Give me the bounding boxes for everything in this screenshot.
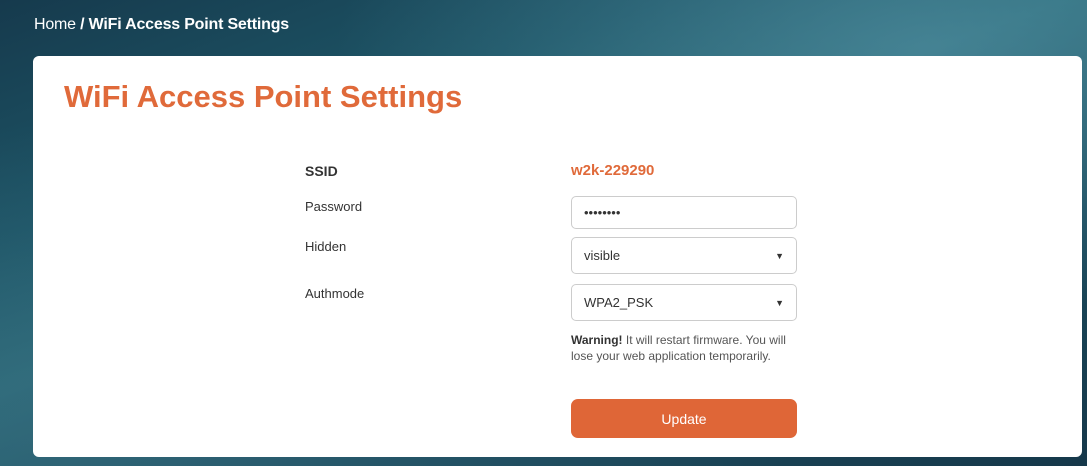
ssid-label: SSID xyxy=(305,163,338,179)
authmode-select-value: WPA2_PSK xyxy=(584,295,654,310)
hidden-select[interactable]: visible ▼ xyxy=(571,237,797,274)
breadcrumb-home-link[interactable]: Home xyxy=(34,16,76,33)
password-field[interactable] xyxy=(571,196,797,229)
ssid-value: w2k-229290 xyxy=(571,162,655,179)
breadcrumb: Home / WiFi Access Point Settings xyxy=(34,16,289,34)
hidden-select-value: visible xyxy=(584,248,621,263)
warning-message: Warning! It will restart firmware. You w… xyxy=(571,332,797,364)
hidden-label: Hidden xyxy=(305,239,347,254)
password-label: Password xyxy=(305,199,363,214)
chevron-down-icon: ▼ xyxy=(775,250,784,261)
breadcrumb-separator: / xyxy=(75,16,89,33)
update-button[interactable]: Update xyxy=(571,399,797,438)
authmode-label: Authmode xyxy=(305,286,365,301)
authmode-select[interactable]: WPA2_PSK ▼ xyxy=(571,284,797,321)
chevron-down-icon: ▼ xyxy=(775,297,784,308)
warning-title: Warning! xyxy=(571,333,623,347)
page-title: WiFi Access Point Settings xyxy=(64,79,463,114)
breadcrumb-current: WiFi Access Point Settings xyxy=(88,16,290,33)
settings-card: WiFi Access Point Settings SSID w2k-2292… xyxy=(33,56,1082,457)
